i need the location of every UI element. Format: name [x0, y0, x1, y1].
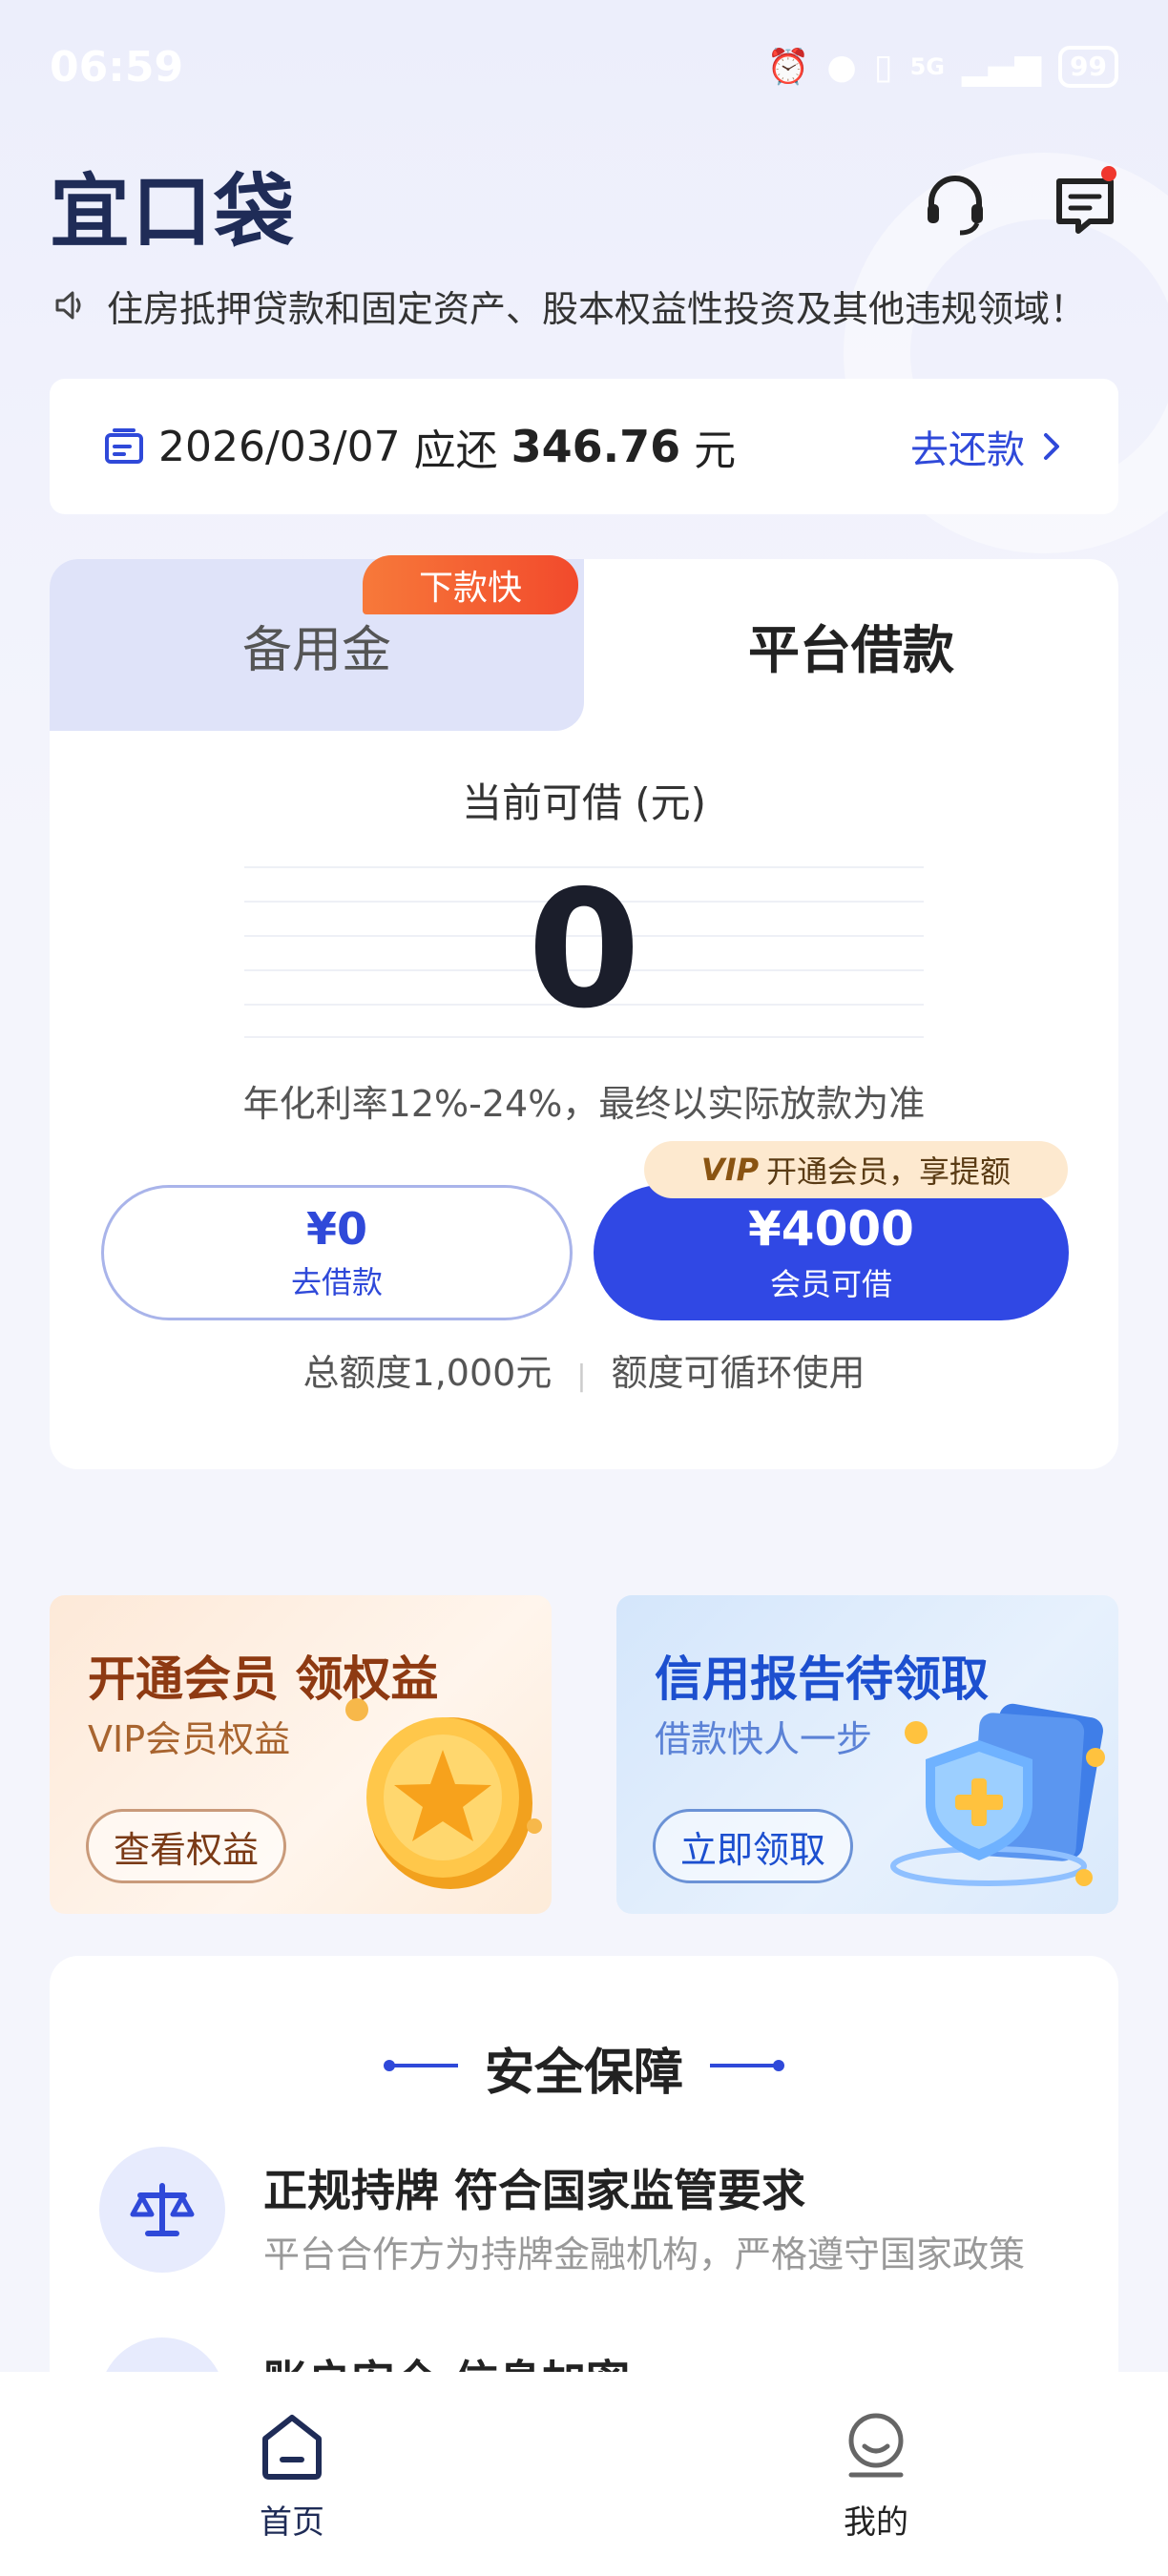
- quota-info: 总额度1,000元 | 额度可循环使用: [50, 1343, 1118, 1396]
- safety-title: 安全保障: [484, 2045, 683, 2102]
- app-logo: 宜口袋: [50, 164, 297, 259]
- repayment-card[interactable]: 2026/03/07 应还 346.76 元 去还款: [50, 379, 1118, 514]
- network-label: 5G: [909, 53, 945, 80]
- location-icon: ●: [826, 47, 857, 87]
- member-amount: ¥4000: [748, 1201, 914, 1257]
- tab-reserve-label: 备用金: [241, 621, 391, 679]
- vip-promo-subtitle: VIP会员权益: [88, 1718, 291, 1760]
- claim-report-button[interactable]: 立即领取: [653, 1809, 854, 1883]
- title-deco-right-dot: [773, 2060, 784, 2071]
- repay-date: 2026/03/07: [158, 422, 401, 471]
- tab-home[interactable]: 首页: [0, 2372, 584, 2576]
- status-icons: ⏰ ● ▯ 5G ▂▄▆ 99: [766, 46, 1118, 88]
- app-header: 宜口袋: [50, 153, 1118, 259]
- chevron-right-icon: [1044, 433, 1059, 460]
- total-quota: 总额度1,000元: [302, 1352, 553, 1394]
- borrow-button[interactable]: ¥0 去借款: [101, 1185, 573, 1320]
- status-time: 06:59: [50, 42, 184, 92]
- rate-text: 年化利率12%-24%，最终以实际放款为准: [242, 1083, 926, 1125]
- repay-button-label: 去还款: [910, 428, 1025, 472]
- home-icon: [262, 2415, 322, 2480]
- headset-icon[interactable]: [922, 172, 989, 239]
- coin-star-icon: [345, 1698, 542, 1889]
- bottom-tab-bar: 首页 我的: [0, 2372, 1168, 2576]
- shield-document-icon: [890, 1703, 1105, 1886]
- notice-text: 住房抵押贷款和固定资产、股本权益性投资及其他违规领域！: [107, 287, 1087, 330]
- bill-icon: [105, 428, 143, 464]
- cycle-text: 额度可循环使用: [611, 1352, 866, 1394]
- safety-item-subtitle: 平台合作方为持牌金融机构，严格遵守国家政策: [263, 2233, 1026, 2275]
- divider: |: [576, 1360, 587, 1393]
- safety-item-title: 正规持牌 符合国家监管要求: [263, 2165, 806, 2216]
- tab-platform[interactable]: 平台借款: [584, 559, 1118, 731]
- unread-dot: [1101, 166, 1116, 181]
- title-deco-right: [710, 2064, 779, 2067]
- repay-due-label: 应还: [413, 426, 498, 475]
- view-benefits-button[interactable]: 查看权益: [86, 1809, 287, 1883]
- repay-unit: 元: [694, 426, 737, 475]
- repay-amount: 346.76: [511, 421, 681, 472]
- fast-badge: 下款快: [363, 555, 578, 614]
- credit-promo-subtitle: 借款快人一步: [655, 1718, 873, 1760]
- vip-tag-text: 开通会员，享提额: [766, 1153, 1012, 1190]
- alarm-icon: ⏰: [766, 48, 810, 87]
- tab-home-label: 首页: [260, 2503, 324, 2542]
- member-borrow-button[interactable]: ¥4000 会员可借: [594, 1185, 1069, 1320]
- vibrate-icon: ▯: [873, 47, 893, 87]
- borrow-label: 去借款: [290, 1264, 383, 1300]
- member-label: 会员可借: [769, 1266, 892, 1302]
- vip-icon: VIP: [700, 1152, 760, 1188]
- notice-bar[interactable]: 住房抵押贷款和固定资产、股本权益性投资及其他违规领域！: [53, 277, 1122, 334]
- profile-icon: [848, 2413, 904, 2478]
- status-bar: 06:59 ⏰ ● ▯ 5G ▂▄▆ 99: [0, 0, 1168, 134]
- borrow-amount: ¥0: [305, 1203, 367, 1255]
- tab-mine[interactable]: 我的: [584, 2372, 1168, 2576]
- signal-icon: ▂▄▆: [961, 47, 1042, 87]
- available-amount: 0: [527, 856, 641, 1045]
- safety-item: 正规持牌 符合国家监管要求 平台合作方为持牌金融机构，严格遵守国家政策: [99, 2147, 1073, 2280]
- loan-card: 备用金 下款快 平台借款 当前可借 (元) 0 年化利率12%-24%，最终以实…: [50, 555, 1118, 1469]
- message-icon[interactable]: [1052, 166, 1118, 239]
- battery-level: 99: [1058, 46, 1118, 88]
- speaker-icon: [55, 291, 81, 320]
- scale-icon: [99, 2147, 225, 2273]
- repay-button[interactable]: 去还款: [910, 419, 1061, 474]
- vip-upgrade-tag[interactable]: VIP 开通会员，享提额: [644, 1141, 1068, 1198]
- tab-mine-label: 我的: [844, 2503, 908, 2542]
- available-label: 当前可借 (元): [461, 779, 707, 826]
- vip-promo-card[interactable]: 开通会员 领权益 VIP会员权益 查看权益: [50, 1595, 552, 1914]
- tab-platform-label: 平台借款: [748, 619, 954, 680]
- credit-report-card[interactable]: 信用报告待领取 借款快人一步 立即领取: [616, 1595, 1118, 1914]
